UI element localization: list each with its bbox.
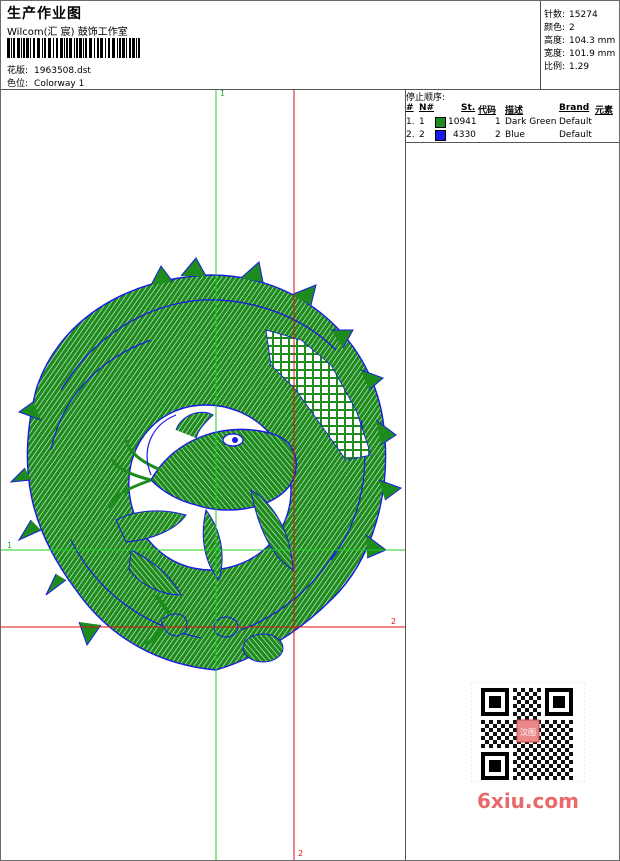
stat-colors: 颜色: 2: [544, 20, 575, 33]
watermark-text: 6xiu.com: [477, 789, 579, 813]
header-description: 描述: [505, 106, 524, 116]
stat-ratio: 比例: 1.29: [544, 59, 589, 72]
design-label: 花版:: [7, 66, 29, 76]
red-vertical-label: 2: [298, 849, 304, 858]
row-n: 2: [419, 130, 425, 140]
sequence-title: 停止顺序:: [406, 93, 446, 103]
row-description: Dark Green: [505, 117, 557, 127]
height-value: 104.3 mm: [569, 36, 616, 46]
production-sheet: 生产作业图 Wilcom(汇 宸) 鼓饰工作室 花版: 1963508.dst 色…: [0, 0, 620, 861]
row-n: 1: [419, 117, 425, 127]
embroidery-preview: [1, 90, 405, 860]
colorway-value: Colorway 1: [34, 79, 85, 89]
stitches-label: 针数:: [544, 10, 566, 20]
red-horizontal-label: 2: [391, 617, 397, 626]
row-stitches: 4330: [453, 130, 476, 140]
row-brand: Default: [559, 130, 592, 140]
row-brand: Default: [559, 117, 592, 127]
colors-label: 颜色:: [544, 23, 566, 33]
barcode: [7, 38, 140, 58]
header-n: N#: [419, 103, 435, 113]
green-vertical-label: 1: [220, 89, 226, 98]
header-brand: Brand: [559, 103, 590, 113]
colorway: 色位: Colorway 1: [7, 76, 84, 89]
height-label: 高度:: [544, 36, 566, 46]
row-code: 1: [495, 117, 501, 127]
page-title: 生产作业图: [7, 6, 82, 22]
row-code: 2: [495, 130, 501, 140]
row-stitches: 10941: [448, 117, 477, 127]
stop-sequence-table: 停止顺序: # N# St. 代码 描述 Brand 元素 1. 1 10941…: [406, 90, 619, 143]
header-code: 代码: [478, 106, 497, 116]
stitches-value: 15274: [569, 10, 598, 20]
color-swatch: [435, 117, 446, 128]
design-value: 1963508.dst: [34, 66, 91, 76]
stat-stitches: 针数: 15274: [544, 7, 598, 20]
stat-width: 宽度: 101.9 mm: [544, 46, 615, 59]
stats-panel: 针数: 15274 颜色: 2 高度: 104.3 mm 宽度: 101.9 mm 比例…: [540, 1, 620, 89]
ratio-value: 1.29: [569, 62, 590, 72]
header-stitches: St.: [461, 103, 476, 113]
stat-height: 高度: 104.3 mm: [544, 33, 615, 46]
row-description: Blue: [505, 130, 525, 140]
row-num: 1.: [406, 117, 415, 127]
width-label: 宽度:: [544, 49, 566, 59]
header-num: #: [406, 103, 414, 113]
ratio-label: 比例:: [544, 62, 566, 72]
design-canvas: 1 1 2 2: [1, 89, 406, 860]
qr-code: 汉图: [471, 682, 585, 782]
colors-value: 2: [569, 23, 575, 33]
green-horizontal-label: 1: [7, 541, 13, 550]
row-num: 2.: [406, 130, 415, 140]
header-element: 元素: [595, 106, 614, 116]
studio-name: Wilcom(汇 宸) 鼓饰工作室: [7, 27, 128, 38]
qr-stamp: 汉图: [520, 728, 536, 737]
colorway-label: 色位:: [7, 79, 29, 89]
color-swatch: [435, 130, 446, 141]
width-value: 101.9 mm: [569, 49, 616, 59]
design-file: 花版: 1963508.dst: [7, 63, 91, 76]
header: 生产作业图 Wilcom(汇 宸) 鼓饰工作室 花版: 1963508.dst 色…: [1, 1, 619, 90]
